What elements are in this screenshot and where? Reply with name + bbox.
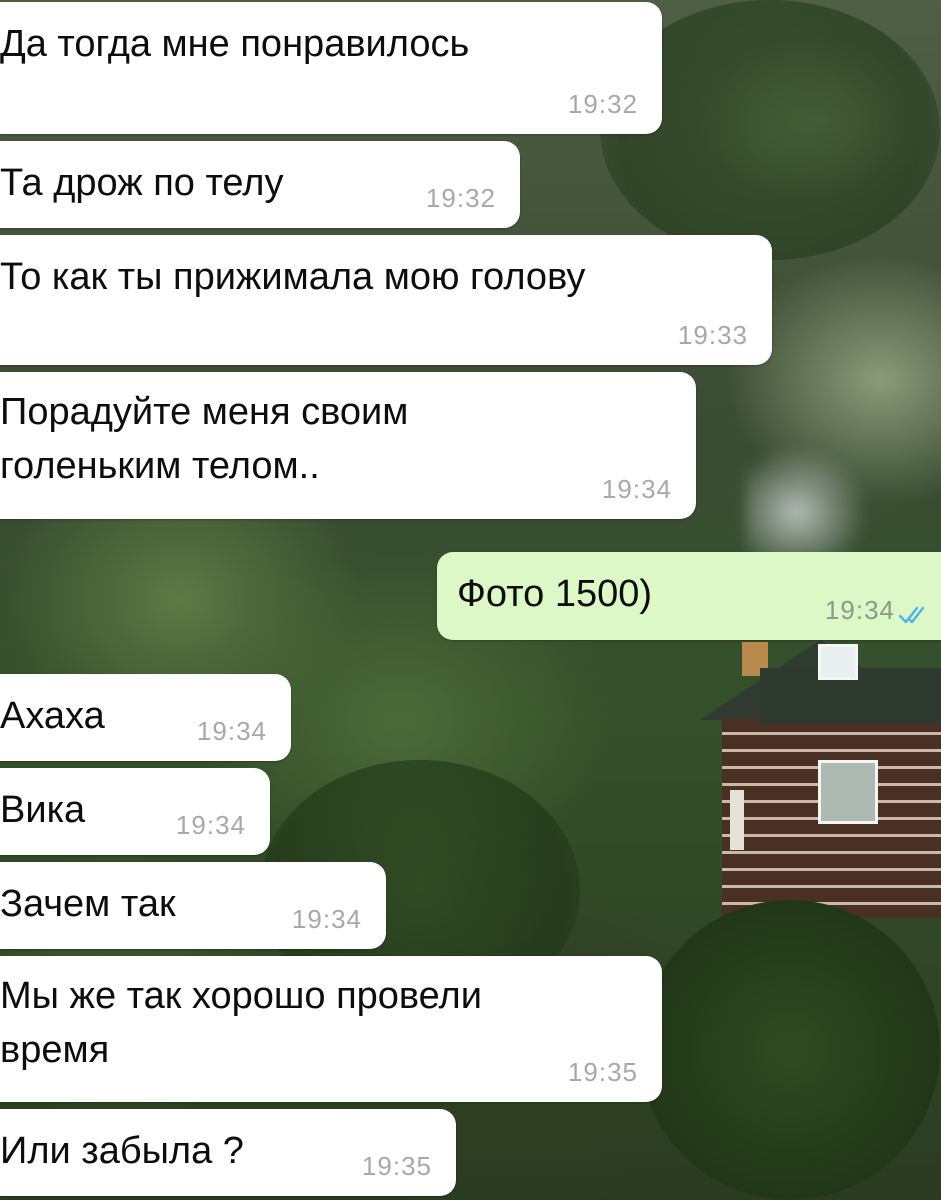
message-text: Или забыла ? bbox=[0, 1130, 244, 1172]
message-timestamp: 19:34 bbox=[291, 904, 362, 934]
foliage bbox=[640, 900, 940, 1200]
double-check-icon bbox=[898, 604, 929, 626]
message-timestamp: 19:34 bbox=[175, 810, 246, 840]
message-text: То как ты прижимала мою голову bbox=[0, 256, 586, 298]
message-text: Ахаха bbox=[0, 695, 105, 737]
message-text-line: Мы же так хорошо провели bbox=[0, 975, 482, 1017]
message-text: Да тогда мне понравилось bbox=[0, 23, 470, 65]
message-bubble-incoming[interactable]: То как ты прижимала мою голову 19:33 bbox=[0, 235, 772, 365]
message-text: Зачем так bbox=[0, 883, 176, 925]
message-text-line: Порадуйте меня своим bbox=[0, 391, 409, 433]
message-timestamp: 19:32 bbox=[425, 183, 496, 213]
message-bubble-incoming[interactable]: Мы же так хорошо провели время 19:35 bbox=[0, 956, 662, 1102]
message-bubble-incoming[interactable]: Зачем так 19:34 bbox=[0, 862, 386, 949]
message-bubble-outgoing[interactable]: Фото 1500) 19:34 bbox=[437, 552, 941, 640]
cabin-illustration bbox=[700, 640, 941, 920]
message-text-line: время bbox=[0, 1029, 110, 1071]
message-bubble-incoming[interactable]: Вика 19:34 bbox=[0, 768, 270, 855]
chimney-smoke bbox=[745, 440, 875, 560]
message-timestamp: 19:34 bbox=[196, 716, 267, 746]
message-bubble-incoming[interactable]: Та дрож по телу 19:32 bbox=[0, 141, 520, 228]
message-timestamp: 19:33 bbox=[677, 320, 748, 350]
message-text: Вика bbox=[0, 789, 86, 831]
message-text-line: голеньким телом.. bbox=[0, 445, 320, 487]
message-timestamp: 19:35 bbox=[567, 1057, 638, 1087]
cabin-window bbox=[818, 760, 878, 824]
cabin-window-top bbox=[818, 644, 858, 680]
message-timestamp: 19:34 bbox=[824, 595, 895, 625]
message-bubble-incoming[interactable]: Ахаха 19:34 bbox=[0, 674, 291, 761]
message-bubble-incoming[interactable]: Или забыла ? 19:35 bbox=[0, 1109, 456, 1196]
message-text: Фото 1500) bbox=[457, 573, 653, 615]
message-bubble-incoming[interactable]: Порадуйте меня своим голеньким телом.. 1… bbox=[0, 372, 696, 519]
message-text: Та дрож по телу bbox=[0, 162, 284, 204]
cabin-door bbox=[730, 790, 744, 850]
message-timestamp: 19:34 bbox=[601, 474, 672, 504]
message-timestamp: 19:35 bbox=[361, 1151, 432, 1181]
message-bubble-incoming[interactable]: Да тогда мне понравилось 19:32 bbox=[0, 2, 662, 134]
message-timestamp: 19:32 bbox=[567, 89, 638, 119]
